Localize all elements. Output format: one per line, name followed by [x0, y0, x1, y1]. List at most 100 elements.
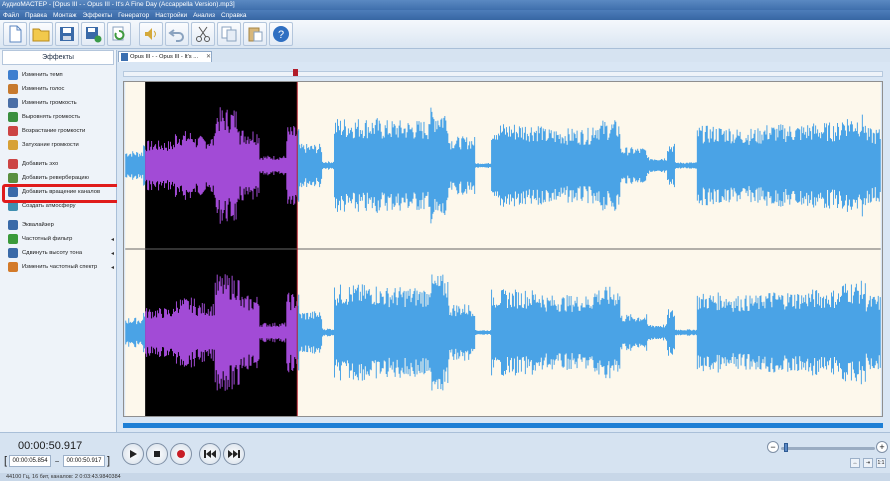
range-dash: –: [55, 457, 59, 465]
play-button[interactable]: [122, 443, 144, 465]
spectrum-icon: [8, 262, 18, 272]
zoom-in-button[interactable]: +: [876, 441, 888, 453]
normalize-icon: [8, 112, 18, 122]
sidebar-item[interactable]: Эквалайзер: [2, 218, 115, 232]
save-icon: [60, 27, 74, 41]
menu-analysis[interactable]: Анализ: [193, 12, 215, 19]
effects-panel-title: Эффекты: [2, 50, 114, 65]
filter-icon: [8, 234, 18, 244]
zoom-reset-icon[interactable]: 1:1: [876, 458, 886, 468]
fade-out-icon: [8, 140, 18, 150]
playhead-marker[interactable]: [293, 69, 298, 76]
sidebar-item[interactable]: Затухание громкости: [2, 138, 115, 152]
rewind-icon: [204, 450, 216, 458]
selection-start-field[interactable]: 00:00:05.854: [9, 455, 52, 467]
sidebar-item-label: Добавить эхо: [22, 161, 59, 167]
zoom-slider-thumb[interactable]: [784, 443, 788, 452]
equalizer-icon: [8, 220, 18, 230]
new-file-icon: [9, 25, 22, 43]
document-tab-label: Opus III - - Opus III - It's ...: [130, 54, 199, 60]
current-time: 00:00:50.917: [18, 440, 83, 452]
tempo-icon: [8, 70, 18, 80]
document-tab[interactable]: Opus III - - Opus III - It's ... ✕: [118, 51, 212, 62]
menu-generator[interactable]: Генератор: [118, 12, 149, 19]
speaker-icon: [145, 28, 156, 40]
svg-text:?: ?: [278, 29, 284, 41]
submenu-arrow-icon: ◂: [110, 236, 114, 243]
voice-icon: [8, 84, 18, 94]
zoom-selection-icon[interactable]: ⇥: [863, 458, 873, 468]
new-file-button[interactable]: [3, 22, 27, 46]
paste-icon: [248, 27, 263, 42]
bracket-open: [: [4, 455, 8, 467]
close-icon[interactable]: ✕: [206, 52, 211, 62]
rewind-button[interactable]: [199, 443, 221, 465]
sidebar-item-label: Изменить частотный спектр: [22, 264, 98, 270]
undo-button[interactable]: [165, 22, 189, 46]
sidebar-item-label: Изменить темп: [22, 72, 63, 78]
reverb-icon: [8, 173, 18, 183]
sidebar-item[interactable]: Сдвинуть высоту тона ◂: [2, 246, 115, 260]
stop-icon: [154, 451, 160, 457]
copy-button[interactable]: [217, 22, 241, 46]
sidebar-item[interactable]: Выровнять громкость: [2, 110, 115, 124]
cut-icon: [196, 26, 210, 42]
sidebar-item[interactable]: Изменить частотный спектр ◂: [2, 260, 115, 274]
stop-button[interactable]: [146, 443, 168, 465]
volume-icon: [8, 98, 18, 108]
fade-in-icon: [8, 126, 18, 136]
speaker-button[interactable]: [139, 22, 163, 46]
play-icon: [130, 450, 137, 458]
undo-icon: [168, 29, 184, 42]
audio-file-icon: [121, 53, 128, 61]
submenu-arrow-icon: ◂: [110, 264, 114, 271]
sidebar-item-label: Изменить голос: [22, 86, 65, 92]
toolbar: ?: [0, 20, 890, 49]
menu-help[interactable]: Справка: [221, 12, 247, 19]
open-folder-icon: [32, 28, 50, 42]
forward-button[interactable]: [223, 443, 245, 465]
pitch-icon: [8, 248, 18, 258]
status-bar: 44100 Гц, 16 бит, каналов: 2 0:03:43.984…: [0, 473, 890, 481]
timeline-ruler[interactable]: [123, 71, 883, 77]
sidebar-item[interactable]: Добавить эхо: [2, 157, 115, 171]
sidebar-item-label: Выровнять громкость: [22, 114, 81, 120]
cut-button[interactable]: [191, 22, 215, 46]
sidebar-item-label: Частотный фильтр: [22, 236, 73, 242]
paste-button[interactable]: [243, 22, 267, 46]
zoom-fit-icon[interactable]: ↔: [850, 458, 860, 468]
editor-area: [117, 62, 890, 432]
waveform-view[interactable]: [123, 81, 883, 417]
sidebar-item[interactable]: Изменить темп: [2, 68, 115, 82]
sidebar-item[interactable]: Частотный фильтр ◂: [2, 232, 115, 246]
record-button[interactable]: [170, 443, 192, 465]
menu-settings[interactable]: Настройки: [155, 12, 187, 19]
menu-montage[interactable]: Монтаж: [53, 12, 77, 19]
submenu-arrow-icon: ◂: [110, 250, 114, 257]
sidebar-item-label: Возрастание громкости: [22, 128, 86, 134]
horizontal-scrollbar[interactable]: [123, 423, 883, 428]
help-icon: ?: [273, 26, 289, 42]
menu-effects[interactable]: Эффекты: [83, 12, 113, 19]
document-tabs: Opus III - - Opus III - It's ... ✕: [117, 50, 890, 62]
selection-range: [ 00:00:05.854 – 00:00:50.917 ]: [4, 455, 110, 467]
menu-bar: Файл Правка Монтаж Эффекты Генератор Нас…: [0, 10, 890, 20]
forward-icon: [228, 450, 240, 458]
help-button[interactable]: ?: [269, 22, 293, 46]
zoom-out-button[interactable]: −: [767, 441, 779, 453]
sidebar-item[interactable]: Изменить голос: [2, 82, 115, 96]
open-button[interactable]: [29, 22, 53, 46]
save-button[interactable]: [55, 22, 79, 46]
menu-file[interactable]: Файл: [3, 12, 19, 19]
selection-end-field[interactable]: 00:00:50.917: [62, 455, 105, 467]
menu-edit[interactable]: Правка: [25, 12, 47, 19]
sidebar-item[interactable]: Изменить громкость: [2, 96, 115, 110]
zoom-slider[interactable]: [781, 447, 875, 450]
refresh-button[interactable]: [107, 22, 131, 46]
refresh-icon: [112, 26, 125, 41]
save-as-button[interactable]: [81, 22, 105, 46]
sidebar-item-label: Затухание громкости: [22, 142, 79, 148]
sidebar-item[interactable]: Добавить реверберацию: [2, 171, 115, 185]
sidebar-item[interactable]: Возрастание громкости: [2, 124, 115, 138]
effects-panel: Эффекты Изменить темп Изменить голос Измен…: [0, 50, 120, 432]
